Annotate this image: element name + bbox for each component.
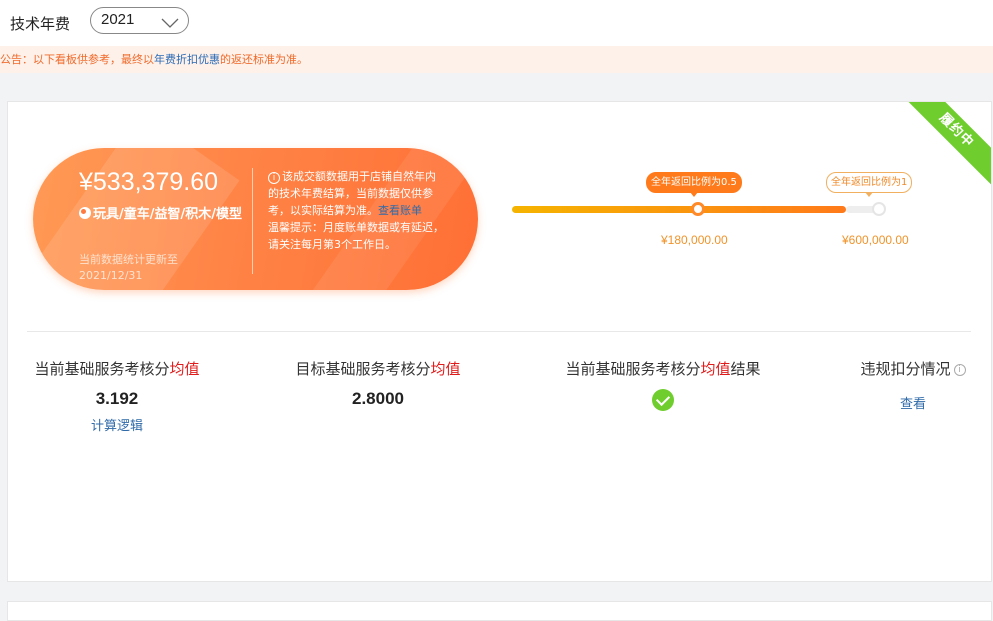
summary-pill: ¥533,379.60 玩具/童车/益智/积木/模型 当前数据统计更新至2021… xyxy=(33,148,478,290)
milestone-1-marker xyxy=(691,202,705,216)
info-icon[interactable]: i xyxy=(953,363,966,376)
metric-title: 当前基础服务考核分均值 xyxy=(34,360,200,378)
milestone-1-price: ¥180,000.00 xyxy=(661,233,728,247)
notice-bar: 公告：以下看板供参考，最终以年费折扣优惠的返还标准为准。 xyxy=(0,46,993,73)
metric-score-result: 当前基础服务考核分均值结果 xyxy=(553,358,773,415)
milestone-2-label: 全年返回比例为1 xyxy=(831,177,908,188)
metric-title: 违规扣分情况 i xyxy=(853,358,973,379)
tip-text: 温馨提示：月度账单数据或有延迟，请关注每月第3个工作日。 xyxy=(268,221,444,251)
category-label: 玩具/童车/益智/积木/模型 xyxy=(79,205,249,225)
view-violation-link[interactable]: 查看 xyxy=(853,393,973,412)
view-bill-link[interactable]: 查看账单 xyxy=(378,204,422,217)
fee-card: 履约中 ¥533,379.60 玩具/童车/益智/积木/模型 当前数据统计更新至… xyxy=(7,101,992,582)
status-ribbon: 履约中 xyxy=(907,102,991,186)
milestone-1-tip: 全年返回比例为0.5 xyxy=(646,172,742,197)
top-bar: 技术年费 2021 xyxy=(0,0,993,46)
notice-suffix: 的返还标准为准。 xyxy=(220,53,308,66)
year-select-value: 2021 xyxy=(101,11,135,28)
chevron-down-icon xyxy=(161,14,179,33)
milestone-2-price: ¥600,000.00 xyxy=(842,233,909,247)
category-text: 玩具/童车/益智/积木/模型 xyxy=(93,207,242,222)
metric-current-score: 当前基础服务考核分均值 3.192 计算逻辑 xyxy=(27,358,207,434)
calc-logic-link[interactable]: 计算逻辑 xyxy=(27,415,207,434)
category-icon xyxy=(79,207,91,219)
milestone-1-label: 全年返回比例为0.5 xyxy=(651,177,737,188)
metric-value: 3.192 xyxy=(95,389,139,408)
milestone-2-marker xyxy=(872,202,886,216)
milestone-2-tip: 全年返回比例为1 xyxy=(826,172,913,197)
summary-note: i 该成交额数据用于店铺自然年内的技术年费结算，当前数据仅供参考，以实际结算为准。… xyxy=(268,168,446,253)
notice-prefix: 公告：以下看板供参考，最终以 xyxy=(0,53,154,66)
next-card xyxy=(7,601,992,621)
year-select[interactable]: 2021 xyxy=(90,7,189,34)
metric-target-score: 目标基础服务考核分均值 2.8000 xyxy=(288,358,468,409)
progress-track xyxy=(512,206,846,213)
status-ribbon-label: 履约中 xyxy=(907,102,991,186)
section-divider xyxy=(27,331,971,332)
metric-value: 2.8000 xyxy=(352,389,404,408)
check-icon xyxy=(652,389,674,411)
metric-title: 目标基础服务考核分均值 xyxy=(295,360,461,378)
turnover-amount: ¥533,379.60 xyxy=(79,168,219,196)
notice-link[interactable]: 年费折扣优惠 xyxy=(154,53,220,66)
metric-violation: 违规扣分情况 i 查看 xyxy=(853,358,973,412)
update-text: 当前数据统计更新至2021/12/31 xyxy=(79,253,178,282)
divider xyxy=(252,168,253,274)
metric-title: 当前基础服务考核分均值结果 xyxy=(565,360,761,378)
page-label: 技术年费 xyxy=(10,15,71,33)
info-icon: i xyxy=(268,172,280,184)
